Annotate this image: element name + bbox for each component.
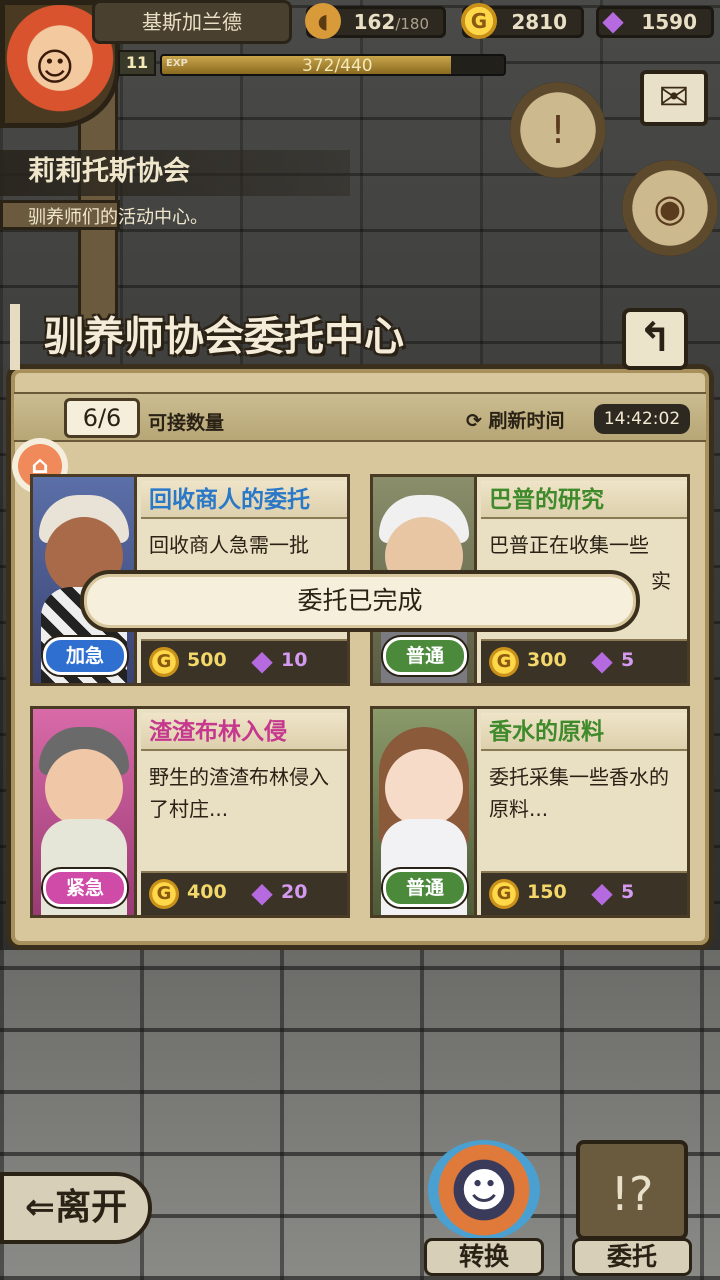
mail-button[interactable]: ✉ (640, 70, 708, 126)
envelope-icon: ✉ (658, 77, 690, 118)
gold-reward: 400 (187, 881, 227, 903)
reward-bar: G 300 ◆ 5 (481, 639, 687, 683)
gem-icon: ◆ (251, 644, 273, 677)
gem-icon: ◆ (591, 876, 613, 909)
card-title: 渣渣布林入侵 (141, 713, 347, 751)
priority-tag: 普通 (383, 637, 467, 675)
player-level: 11 (118, 50, 156, 76)
gold-reward: 150 (527, 881, 567, 903)
refresh-icon: ⟳ (466, 410, 482, 432)
portrait-face (45, 749, 123, 827)
stamina-max: /180 (395, 15, 429, 33)
arrow-left-icon: ⇐ (24, 1187, 56, 1228)
stamina-current: 162 (353, 10, 396, 34)
reward-bar: G 500 ◆ 10 (141, 639, 347, 683)
refresh-label-text: 刷新时间 (488, 410, 565, 432)
gold-reward: 300 (527, 649, 567, 671)
coin-icon: G (149, 647, 179, 677)
coin-icon: G (461, 3, 497, 39)
bulletin-board-icon: !? (576, 1140, 688, 1240)
avatar-face-icon: ☺ (35, 45, 75, 89)
exchange-button[interactable]: ☻ 转换 (420, 1140, 548, 1280)
reward-bar: G 150 ◆ 5 (481, 871, 687, 915)
coin-icon: G (489, 879, 519, 909)
gem-reward: 20 (281, 881, 308, 903)
coin-icon: G (149, 879, 179, 909)
card-description: 回收商人急需一批 (149, 533, 309, 557)
commission-button[interactable]: !? 委托 (568, 1140, 696, 1280)
exp-value: 372/440 (302, 56, 373, 76)
leave-label: 离开 (55, 1187, 128, 1228)
completion-toast: 委托已完成 (80, 570, 640, 632)
gem-reward: 10 (281, 649, 308, 671)
exp-bar: EXP 372/440 (160, 54, 506, 76)
backpack-icon[interactable]: ◉ (622, 160, 718, 256)
exchange-label: 转换 (424, 1238, 544, 1276)
commission-label: 委托 (572, 1238, 692, 1276)
card-description: 野生的渣渣布林侵入了村庄... (149, 765, 329, 821)
refresh-timer: 14:42:02 (594, 404, 690, 434)
exchange-icon: ☻ (428, 1140, 540, 1240)
leave-button[interactable]: ⇐离开 (0, 1172, 152, 1244)
commission-card[interactable]: 普通 香水的原料 委托采集一些香水的原料... G 150 ◆ 5 (370, 706, 690, 918)
bread-icon: ◖ (305, 3, 341, 39)
commission-card[interactable]: 紧急 渣渣布林入侵 野生的渣渣布林侵入了村庄... G 400 ◆ 20 (30, 706, 350, 918)
gem-amount: 1590 (641, 10, 697, 34)
stamina-counter[interactable]: ◖ 162/180 (305, 3, 446, 39)
gold-amount: 2810 (511, 10, 567, 34)
gem-icon: ◆ (591, 644, 613, 677)
quest-scroll-icon[interactable]: ! (510, 82, 606, 178)
card-title: 巴普的研究 (481, 481, 687, 519)
priority-tag: 紧急 (43, 869, 127, 907)
gem-counter[interactable]: ◆ 1590 (596, 4, 714, 38)
gold-reward: 500 (187, 649, 227, 671)
priority-tag: 普通 (383, 869, 467, 907)
card-title: 香水的原料 (481, 713, 687, 751)
back-button[interactable]: ↰ (622, 308, 688, 370)
gem-reward: 5 (621, 649, 635, 671)
card-description: 巴普正在收集一些 (489, 533, 649, 557)
card-description: 委托采集一些香水的原料... (489, 765, 669, 821)
location-title: 莉莉托斯协会 (0, 150, 350, 196)
gem-icon: ◆ (251, 876, 273, 909)
gem-reward: 5 (621, 881, 635, 903)
gold-counter[interactable]: G 2810 (461, 3, 584, 39)
reward-bar: G 400 ◆ 20 (141, 871, 347, 915)
card-title: 回收商人的委托 (141, 481, 347, 519)
coin-icon: G (489, 647, 519, 677)
portrait-face (385, 749, 463, 827)
player-name: 基斯加兰德 (92, 0, 292, 44)
exp-label: EXP (166, 58, 188, 69)
return-arrow-icon: ↰ (638, 315, 672, 361)
gem-icon: ◆ (602, 4, 624, 37)
refresh-label: ⟳ 刷新时间 (466, 406, 565, 433)
priority-tag: 加急 (43, 637, 127, 675)
location-subtitle: 驯养师们的活动中心。 (28, 207, 208, 228)
panel-title: 驯养师协会委托中心 (10, 304, 570, 370)
available-count: 6/6 (64, 398, 140, 438)
available-count-label: 可接数量 (148, 412, 225, 434)
